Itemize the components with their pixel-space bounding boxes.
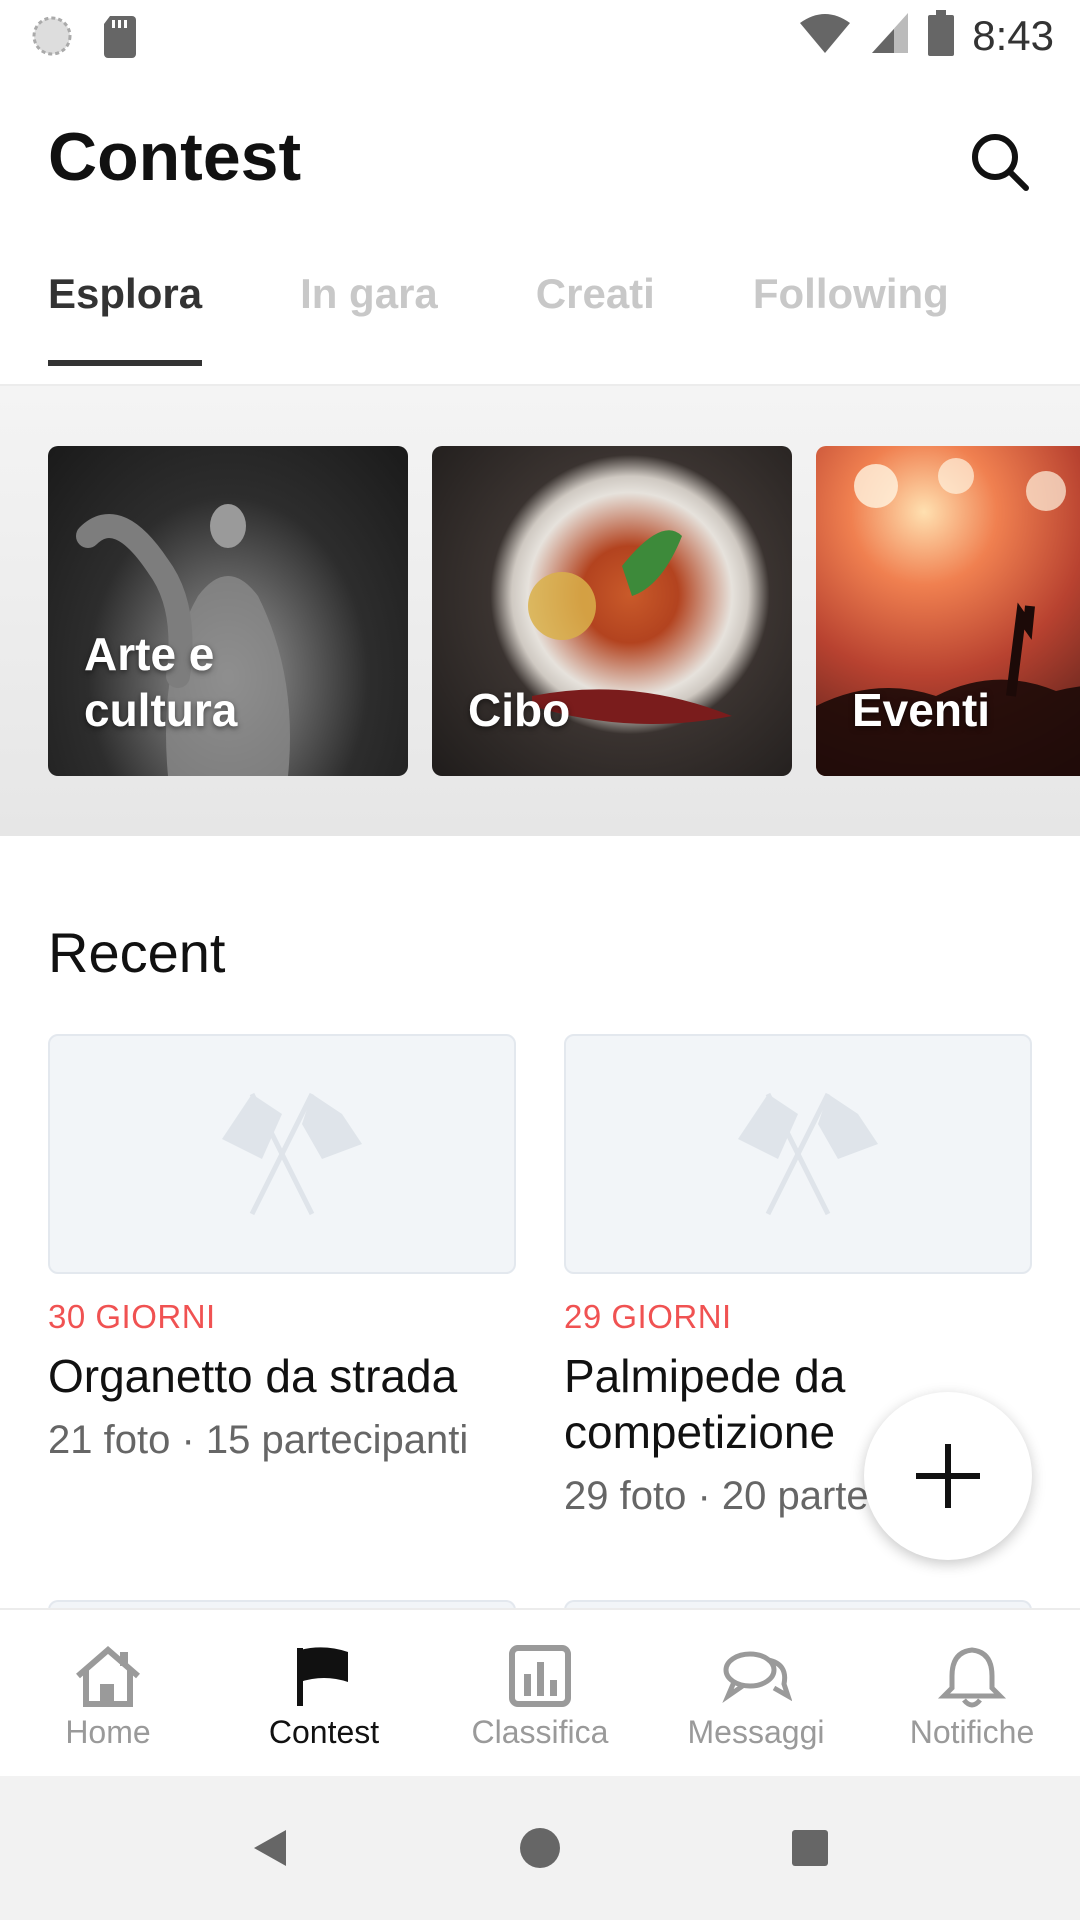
category-carousel[interactable]: Arte e cultura Cibo Eventi bbox=[0, 386, 1080, 836]
tab-esplora[interactable]: Esplora bbox=[48, 270, 203, 366]
tab-following[interactable]: Following bbox=[753, 270, 949, 366]
loading-icon bbox=[30, 14, 74, 63]
crossed-flags-icon bbox=[738, 1092, 878, 1216]
battery-icon bbox=[928, 10, 955, 61]
category-card-eventi[interactable]: Eventi bbox=[816, 446, 1080, 776]
status-bar: 8:43 bbox=[0, 0, 1080, 74]
tab-bar: Esplora In gara Creati Following bbox=[48, 270, 1047, 366]
contest-title: Organetto da strada bbox=[48, 1350, 458, 1402]
recents-square-icon bbox=[792, 1830, 828, 1866]
contest-days-left: 30 GIORNI bbox=[48, 1298, 216, 1335]
category-label: Eventi bbox=[852, 684, 991, 736]
category-label: Arte e cultura bbox=[84, 628, 238, 736]
category-card-cibo[interactable]: Cibo bbox=[432, 446, 792, 776]
category-card-arte[interactable]: Arte e cultura bbox=[48, 446, 408, 776]
home-icon bbox=[76, 1646, 140, 1707]
nav-contest[interactable]: Contest bbox=[216, 1610, 432, 1778]
status-time: 8:43 bbox=[972, 11, 1054, 59]
nav-label: Notifiche bbox=[909, 1714, 1035, 1750]
nav-label: Contest bbox=[268, 1714, 380, 1750]
create-contest-button[interactable] bbox=[864, 1392, 1032, 1560]
search-icon bbox=[972, 134, 1029, 191]
chart-icon bbox=[509, 1645, 571, 1707]
plus-icon bbox=[916, 1444, 980, 1508]
nav-notifiche[interactable]: Notifiche bbox=[864, 1610, 1080, 1778]
tab-in-gara[interactable]: In gara bbox=[300, 270, 438, 366]
bell-icon bbox=[937, 1647, 1007, 1708]
nav-home[interactable]: Home bbox=[0, 1610, 216, 1778]
search-button[interactable] bbox=[960, 122, 1040, 202]
contest-card[interactable]: 30 GIORNI Organetto da strada 21 foto · … bbox=[48, 1034, 516, 1463]
contest-thumbnail bbox=[564, 1034, 1032, 1274]
contest-meta: 21 foto · 15 partecipanti bbox=[48, 1418, 469, 1462]
crossed-flags-icon bbox=[222, 1092, 362, 1216]
system-navigation-bar bbox=[0, 1776, 1080, 1920]
category-label: Cibo bbox=[468, 684, 571, 736]
tab-creati[interactable]: Creati bbox=[536, 270, 655, 366]
system-recents-button[interactable] bbox=[774, 1812, 846, 1884]
back-triangle-icon bbox=[254, 1830, 286, 1866]
signal-icon bbox=[870, 11, 910, 60]
nav-classifica[interactable]: Classifica bbox=[432, 1610, 648, 1778]
page-title: Contest bbox=[48, 119, 302, 195]
bottom-navigation: Home Contest Classifica Messaggi Notific… bbox=[0, 1608, 1080, 1776]
system-home-button[interactable] bbox=[504, 1812, 576, 1884]
recent-section-title: Recent bbox=[48, 921, 226, 984]
sd-card-icon bbox=[102, 14, 138, 63]
wifi-icon bbox=[798, 11, 852, 60]
nav-messaggi[interactable]: Messaggi bbox=[648, 1610, 864, 1778]
flag-icon bbox=[297, 1647, 348, 1706]
nav-label: Messaggi bbox=[687, 1714, 825, 1750]
nav-label: Classifica bbox=[471, 1714, 609, 1750]
home-circle-icon bbox=[520, 1828, 560, 1868]
contest-thumbnail bbox=[48, 1034, 516, 1274]
system-back-button[interactable] bbox=[234, 1812, 306, 1884]
contest-days-left: 29 GIORNI bbox=[564, 1298, 732, 1335]
nav-label: Home bbox=[65, 1714, 151, 1750]
chat-icon bbox=[722, 1651, 792, 1703]
